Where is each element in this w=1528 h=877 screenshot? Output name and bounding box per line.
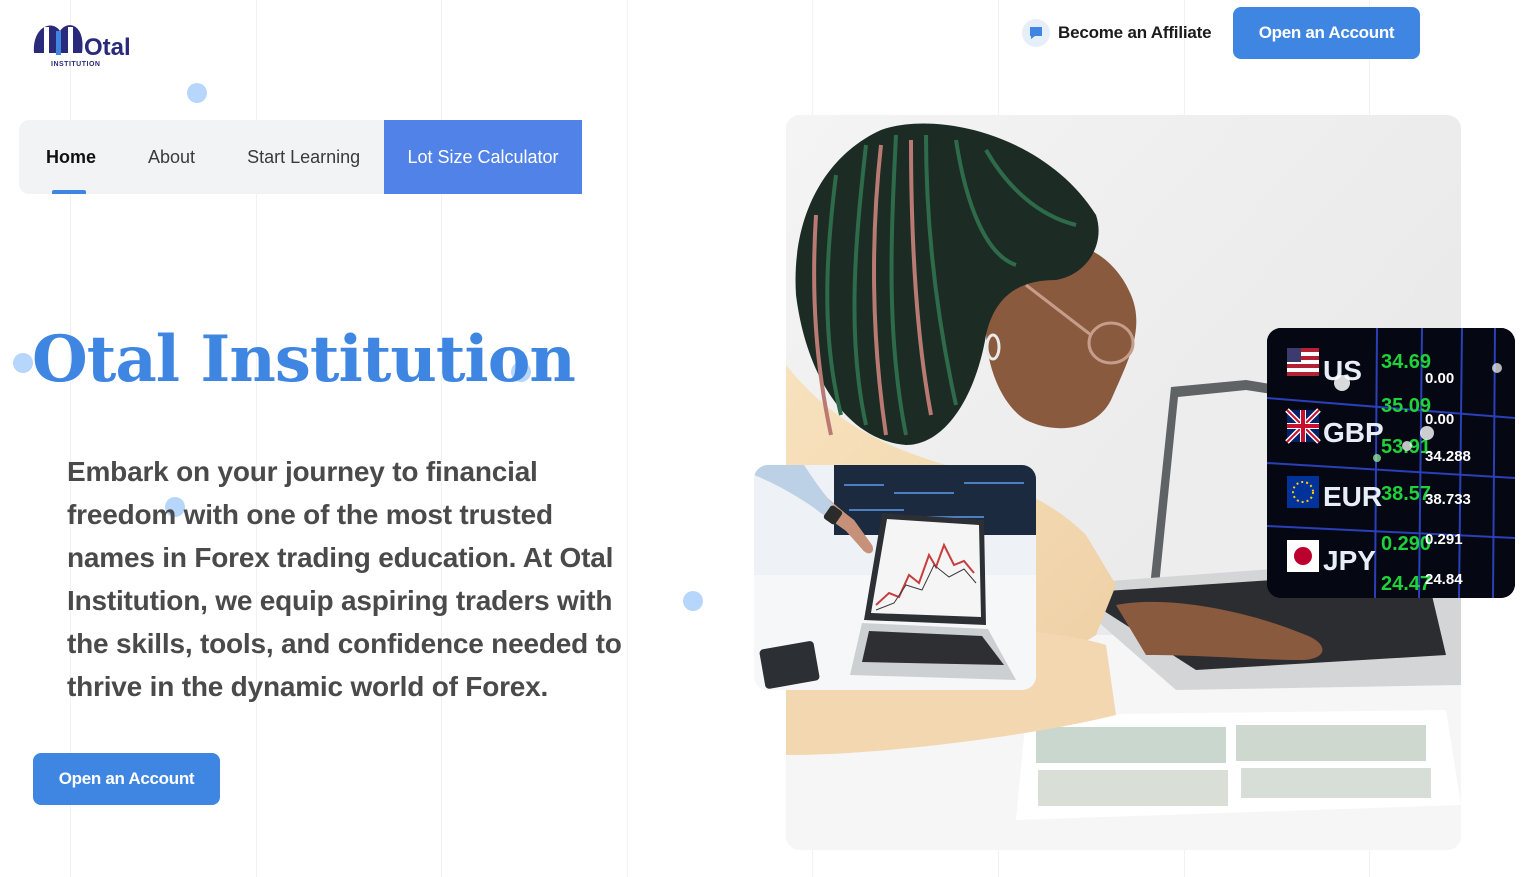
board-value: 24.47 xyxy=(1381,573,1431,595)
board-value: 38.57 xyxy=(1381,483,1431,505)
open-account-button-hero[interactable]: Open an Account xyxy=(33,753,220,805)
nav-item-lot-size-calculator[interactable]: Lot Size Calculator xyxy=(384,120,582,194)
board-value: 35.09 xyxy=(1381,395,1431,417)
board-value: 0.00 xyxy=(1425,370,1454,387)
affiliate-label: Become an Affiliate xyxy=(1058,23,1212,42)
chat-icon xyxy=(1022,19,1050,47)
currency-board-image: US GBP EUR JPY 34.69 35.09 53.91 38.57 0… xyxy=(1267,328,1515,598)
nav-item-label: Home xyxy=(46,146,97,167)
hero-title: Otal Institution xyxy=(32,322,576,397)
nav-item-start-learning[interactable]: Start Learning xyxy=(247,120,360,194)
grid-line xyxy=(627,0,628,877)
nav-item-label: About xyxy=(148,146,196,167)
board-value: 34.288 xyxy=(1425,448,1471,465)
logo-wordmark: Otal xyxy=(84,34,131,61)
become-affiliate-link[interactable]: Become an Affiliate xyxy=(1022,18,1212,48)
board-currency-label: JPY xyxy=(1323,545,1376,576)
decorative-dot xyxy=(187,83,207,103)
board-value: 0.291 xyxy=(1425,531,1463,548)
board-value: 38.733 xyxy=(1425,491,1471,508)
open-account-button-header[interactable]: Open an Account xyxy=(1233,7,1420,59)
active-indicator xyxy=(52,190,86,194)
decorative-dot xyxy=(13,353,33,373)
decorative-dot xyxy=(683,591,703,611)
nav-item-about[interactable]: About xyxy=(148,120,195,194)
hero-description: Embark on your journey to financial free… xyxy=(67,456,622,702)
board-value: 0.290 xyxy=(1381,533,1431,555)
main-nav: Home About Start Learning Lot Size Calcu… xyxy=(19,120,582,194)
board-value: 24.84 xyxy=(1425,571,1463,588)
site-logo[interactable]: Otal INSTITUTION xyxy=(30,17,142,69)
nav-item-label: Start Learning xyxy=(247,146,361,167)
board-value: 0.00 xyxy=(1425,411,1454,428)
trading-chart-image xyxy=(754,465,1036,690)
board-currency-label: GBP xyxy=(1323,417,1384,448)
logo-tagline: INSTITUTION xyxy=(51,61,100,68)
board-value: 34.69 xyxy=(1381,351,1431,373)
nav-item-home[interactable]: Home xyxy=(46,120,96,194)
board-currency-label: EUR xyxy=(1323,481,1382,512)
nav-item-label: Lot Size Calculator xyxy=(407,146,559,167)
